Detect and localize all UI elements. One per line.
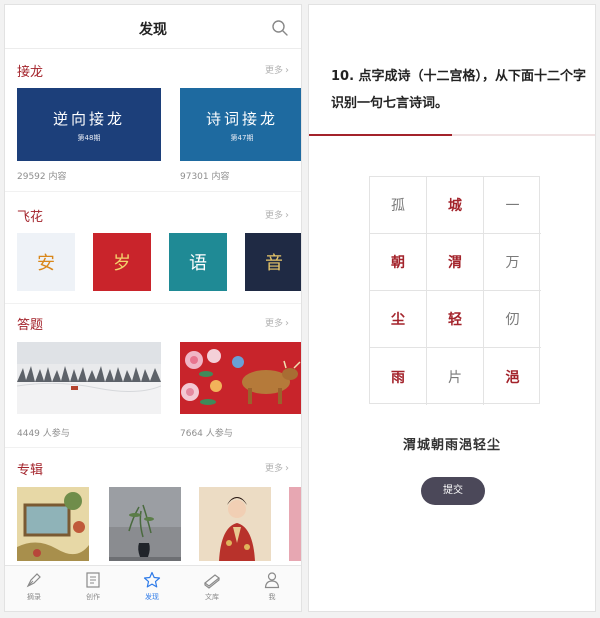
grid-cell[interactable]: 雨 [370, 348, 427, 405]
section-title-zhuanji: 专辑 [17, 463, 44, 478]
garden-painting-image [17, 487, 89, 561]
card-issue: 第47期 [230, 134, 254, 142]
section-divider [5, 191, 301, 192]
grid-cell[interactable]: 仞 [484, 291, 541, 348]
tab-faxian[interactable]: 发现 [127, 571, 177, 602]
books-icon [204, 574, 220, 589]
more-link-dati[interactable]: 更多 › [265, 316, 289, 329]
section-header-feihua: 飞花 更多 › [17, 206, 289, 225]
feihua-char: 安 [37, 253, 55, 274]
tab-label: 摘录 [27, 593, 41, 601]
chevron-right-icon: › [285, 210, 289, 221]
card-issue: 第48期 [77, 134, 101, 142]
card-caption: 97301 内容 [180, 172, 230, 182]
tab-chuangzuo[interactable]: 创作 [68, 571, 118, 602]
jielong-card-1[interactable]: 逆向接龙 第48期 [17, 88, 161, 161]
section-header-zhuanji: 专辑 更多 › [17, 459, 289, 478]
document-icon [86, 572, 100, 588]
grid-cell[interactable]: 万 [484, 234, 541, 291]
question-text: 10. 点字成诗（十二宫格），从下面十二个字识别一句七言诗词。 [331, 69, 587, 111]
quiz-card-snow-landscape[interactable] [17, 342, 161, 414]
card-caption: 7664 人参与 [180, 429, 233, 439]
feihua-card-an[interactable]: 安 [17, 233, 75, 291]
grid-cell[interactable]: 城 [427, 177, 484, 234]
card-caption: 29592 内容 [17, 172, 67, 182]
more-link-zhuanji[interactable]: 更多 › [265, 461, 289, 474]
star-icon [143, 571, 161, 588]
search-icon[interactable] [271, 19, 289, 37]
page-title: 发现 [139, 22, 167, 38]
album-card-garden-painting[interactable] [17, 487, 89, 561]
jielong-card-2[interactable]: 诗词接龙 第47期 [180, 88, 301, 161]
ox-peony-painting [180, 342, 301, 414]
discover-screen: 发现 接龙 更多 › 逆向接龙 第48期 29592 内容 诗词接龙 第47期 9… [4, 4, 302, 612]
quiz-card-folk-painting[interactable] [180, 342, 301, 414]
section-header-dati: 答题 更多 › [17, 314, 289, 333]
tab-wenku[interactable]: 文库 [187, 571, 237, 602]
card-title: 逆向接龙 [52, 110, 125, 128]
feihua-card-sui[interactable]: 岁 [93, 233, 151, 291]
tab-wo[interactable]: 我 [247, 571, 297, 602]
grid-cell[interactable]: 尘 [370, 291, 427, 348]
feihua-char: 语 [189, 253, 207, 274]
tab-label: 我 [268, 593, 276, 601]
more-link-jielong[interactable]: 更多 › [265, 63, 289, 76]
grid-cell[interactable]: 浥 [484, 348, 541, 405]
feihua-card-yin[interactable]: 音 [245, 233, 301, 291]
pen-nib-icon [26, 573, 41, 588]
section-title-feihua: 飞花 [17, 210, 44, 225]
navigation-bar: 发现 [5, 5, 301, 49]
section-divider [5, 447, 301, 448]
person-icon [264, 572, 280, 589]
bottom-tab-bar: 摘录 创作 发现 文库 我 [5, 565, 301, 611]
grid-cell[interactable]: 孤 [370, 177, 427, 234]
costume-portrait-image [199, 487, 271, 561]
feihua-char: 岁 [113, 253, 131, 274]
album-card-partial[interactable] [289, 487, 301, 561]
grid-cell[interactable]: 轻 [427, 291, 484, 348]
character-grid: 孤城一朝渭万尘轻仞雨片浥 [369, 176, 541, 405]
tab-zhailu[interactable]: 摘录 [9, 571, 59, 602]
tab-label: 创作 [86, 593, 100, 601]
card-caption: 4449 人参与 [17, 429, 70, 439]
more-link-feihua[interactable]: 更多 › [265, 208, 289, 221]
submit-button[interactable]: 提交 [421, 477, 485, 505]
section-title-dati: 答题 [17, 318, 44, 333]
progress-fill [309, 134, 452, 136]
section-title-jielong: 接龙 [17, 65, 44, 80]
grid-cell[interactable]: 渭 [427, 234, 484, 291]
chevron-right-icon: › [285, 318, 289, 329]
album-card-portrait[interactable] [199, 487, 271, 561]
tab-label: 发现 [145, 593, 159, 601]
tab-label: 文库 [205, 593, 219, 601]
answer-text: 渭城朝雨浥轻尘 [402, 438, 501, 453]
feihua-char: 音 [265, 253, 283, 274]
feihua-card-yu[interactable]: 语 [169, 233, 227, 291]
grid-cell[interactable]: 朝 [370, 234, 427, 291]
card-title: 诗词接龙 [205, 110, 278, 128]
section-header-jielong: 接龙 更多 › [17, 61, 289, 80]
chevron-right-icon: › [285, 463, 289, 474]
snow-forest-image [17, 342, 161, 414]
album-card-vase[interactable] [109, 487, 181, 561]
vase-still-life-image [109, 487, 181, 561]
chevron-right-icon: › [285, 65, 289, 76]
progress-bar [309, 134, 595, 136]
grid-cell[interactable]: 片 [427, 348, 484, 405]
grid-cell[interactable]: 一 [484, 177, 541, 234]
puzzle-screen: 10. 点字成诗（十二宫格），从下面十二个字识别一句七言诗词。 孤城一朝渭万尘轻… [308, 4, 596, 612]
section-divider [5, 303, 301, 304]
